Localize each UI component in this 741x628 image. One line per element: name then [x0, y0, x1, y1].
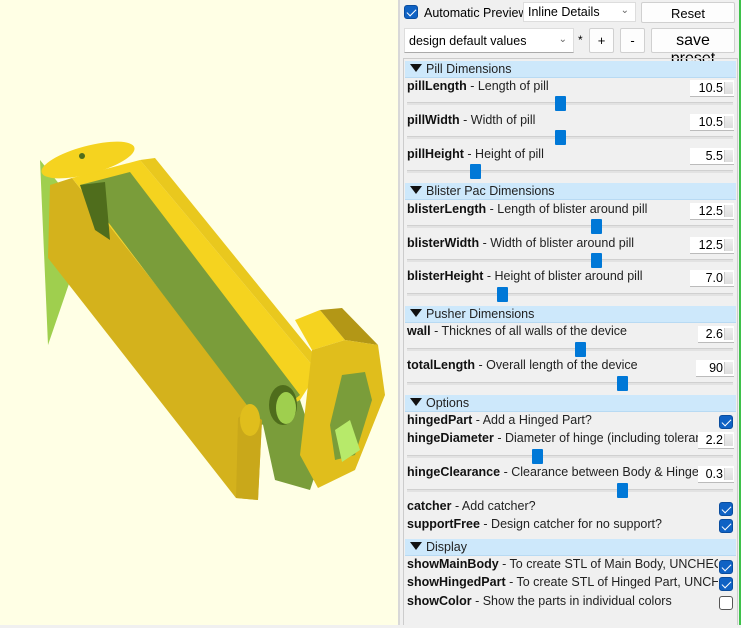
chevron-down-icon: ⌄: [620, 5, 629, 16]
param-hingeclearance-label: hingeClearance - Clearance between Body …: [407, 465, 700, 479]
model-render: [40, 141, 385, 500]
save-preset-button[interactable]: save preset: [651, 28, 735, 67]
slider-thumb[interactable]: [555, 130, 567, 145]
param-totallength-label: totalLength - Overall length of the devi…: [407, 358, 638, 372]
reset-button[interactable]: Reset: [641, 2, 735, 23]
param-pillheight-label: pillHeight - Height of pill: [407, 147, 544, 161]
param-catcher-label: catcher - Add catcher?: [407, 499, 536, 513]
section-title: Display: [426, 540, 467, 554]
hingediameter-spinbox[interactable]: 2.2: [698, 432, 734, 449]
param-hingediameter-label: hingeDiameter - Diameter of hinge (inclu…: [407, 431, 702, 445]
preset-value: design default values: [409, 34, 527, 48]
wall-slider[interactable]: [407, 342, 733, 357]
param-blisterheight-label: blisterHeight - Height of blister around…: [407, 269, 643, 283]
hingeclearance-slider[interactable]: [407, 483, 733, 498]
preset-select[interactable]: design default values ⌄: [404, 28, 574, 53]
slider-thumb[interactable]: [574, 342, 586, 357]
view-mode-select[interactable]: Inline Details ⌄: [523, 2, 636, 22]
pilllength-slider[interactable]: [407, 96, 733, 111]
showhingedpart-checkbox[interactable]: [719, 577, 733, 591]
param-supportfree-label: supportFree - Design catcher for no supp…: [407, 517, 662, 531]
remove-preset-button[interactable]: -: [620, 28, 645, 53]
section-title: Pusher Dimensions: [426, 307, 535, 321]
automatic-preview-label: Automatic Preview: [424, 6, 528, 20]
section-title: Blister Pac Dimensions: [426, 184, 555, 198]
showcolor-checkbox[interactable]: [719, 596, 733, 610]
blisterwidth-slider[interactable]: [407, 253, 733, 268]
add-preset-button[interactable]: +: [589, 28, 614, 53]
hingedpart-checkbox[interactable]: [719, 415, 733, 429]
pillheight-spinbox[interactable]: 5.5: [690, 148, 734, 165]
section-options[interactable]: Options: [405, 395, 736, 412]
param-blisterlength-label: blisterLength - Length of blister around…: [407, 202, 648, 216]
collapse-triangle-icon: [410, 64, 422, 72]
section-blister-pac-dimensions[interactable]: Blister Pac Dimensions: [405, 183, 736, 200]
blisterheight-spinbox[interactable]: 7.0: [690, 270, 734, 287]
automatic-preview-checkbox[interactable]: [404, 5, 418, 19]
section-pusher-dimensions[interactable]: Pusher Dimensions: [405, 306, 736, 323]
collapse-triangle-icon: [410, 309, 422, 317]
hingediameter-slider[interactable]: [407, 449, 733, 464]
wall-spinbox[interactable]: 2.6: [698, 326, 734, 343]
pillwidth-spinbox[interactable]: 10.5: [690, 114, 734, 131]
showmainbody-checkbox[interactable]: [719, 560, 733, 574]
supportfree-checkbox[interactable]: [719, 519, 733, 533]
param-hingedpart-label: hingedPart - Add a Hinged Part?: [407, 413, 592, 427]
pillheight-slider[interactable]: [407, 164, 733, 179]
slider-thumb[interactable]: [617, 483, 629, 498]
slider-thumb[interactable]: [470, 164, 482, 179]
catcher-checkbox[interactable]: [719, 502, 733, 516]
chevron-down-icon: ⌄: [558, 34, 567, 45]
pilllength-spinbox[interactable]: 10.5: [690, 80, 734, 97]
totallength-slider[interactable]: [407, 376, 733, 391]
collapse-triangle-icon: [410, 398, 422, 406]
blisterlength-spinbox[interactable]: 12.5: [690, 203, 734, 220]
slider-thumb[interactable]: [555, 96, 567, 111]
param-showhingedpart-label: showHingedPart - To create STL of Hinged…: [407, 575, 718, 589]
slider-thumb[interactable]: [496, 287, 508, 302]
pillwidth-slider[interactable]: [407, 130, 733, 145]
slider-thumb[interactable]: [532, 449, 544, 464]
section-display[interactable]: Display: [405, 539, 736, 556]
section-pill-dimensions[interactable]: Pill Dimensions: [405, 61, 736, 78]
section-title: Pill Dimensions: [426, 62, 512, 76]
view-mode-value: Inline Details: [528, 5, 600, 19]
section-title: Options: [426, 396, 470, 410]
slider-thumb[interactable]: [617, 376, 629, 391]
blisterwidth-spinbox[interactable]: 12.5: [690, 237, 734, 254]
param-showcolor-label: showColor - Show the parts in individual…: [407, 594, 672, 608]
totallength-spinbox[interactable]: 90: [696, 360, 734, 377]
slider-thumb[interactable]: [591, 253, 603, 268]
collapse-triangle-icon: [410, 186, 422, 194]
param-showmainbody-label: showMainBody - To create STL of Main Bod…: [407, 557, 718, 571]
3d-viewport[interactable]: [0, 0, 398, 625]
param-wall-label: wall - Thicknes of all walls of the devi…: [407, 324, 628, 338]
param-pillwidth-label: pillWidth - Width of pill: [407, 113, 536, 127]
hingeclearance-spinbox[interactable]: 0.3: [698, 466, 734, 483]
param-blisterwidth-label: blisterWidth - Width of blister around p…: [407, 236, 635, 250]
slider-thumb[interactable]: [591, 219, 603, 234]
collapse-triangle-icon: [410, 542, 422, 550]
blisterheight-slider[interactable]: [407, 287, 733, 302]
param-pilllength-label: pillLength - Length of pill: [407, 79, 549, 93]
modified-marker: *: [578, 33, 583, 47]
blisterlength-slider[interactable]: [407, 219, 733, 234]
